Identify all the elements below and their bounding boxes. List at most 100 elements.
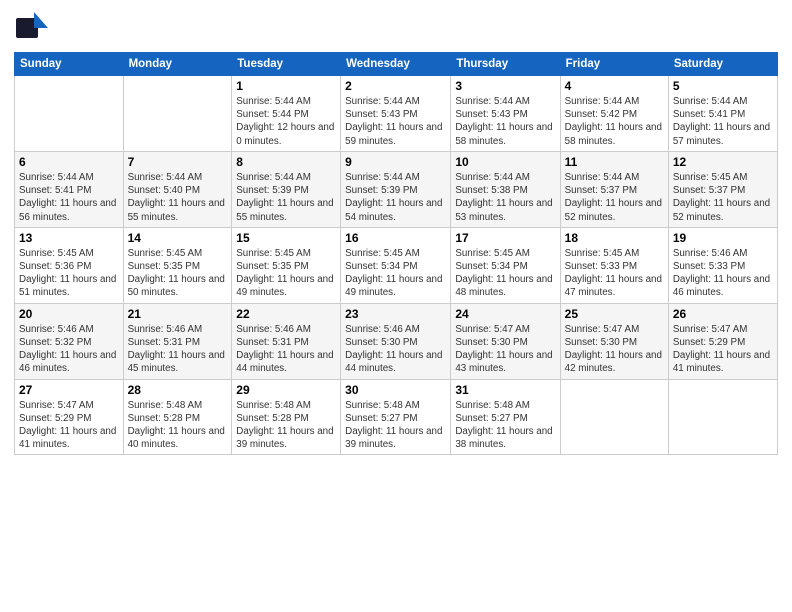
day-number: 15 — [236, 231, 336, 245]
week-row-5: 27 Sunrise: 5:47 AM Sunset: 5:29 PM Dayli… — [15, 379, 778, 455]
day-cell: 28 Sunrise: 5:48 AM Sunset: 5:28 PM Dayli… — [123, 379, 232, 455]
day-cell: 16 Sunrise: 5:45 AM Sunset: 5:34 PM Dayli… — [341, 227, 451, 303]
col-header-thursday: Thursday — [451, 53, 560, 76]
day-cell: 3 Sunrise: 5:44 AM Sunset: 5:43 PM Daylig… — [451, 76, 560, 152]
day-info: Sunrise: 5:45 AM Sunset: 5:34 PM Dayligh… — [455, 247, 555, 300]
day-number: 26 — [673, 307, 773, 321]
day-number: 2 — [345, 79, 446, 93]
day-cell: 7Sunrise: 5:44 AM Sunset: 5:40 PM Daylig… — [123, 151, 232, 227]
day-number: 3 — [455, 79, 555, 93]
day-number: 6 — [19, 155, 119, 169]
day-cell: 2Sunrise: 5:44 AM Sunset: 5:43 PM Daylig… — [341, 76, 451, 152]
day-number: 30 — [345, 383, 446, 397]
day-number: 14 — [128, 231, 228, 245]
day-info: Sunrise: 5:44 AM Sunset: 5:37 PM Dayligh… — [565, 171, 664, 224]
day-number: 27 — [19, 383, 119, 397]
day-info: Sunrise: 5:45 AM Sunset: 5:35 PM Dayligh… — [236, 247, 336, 300]
day-cell: 10Sunrise: 5:44 AM Sunset: 5:38 PM Dayli… — [451, 151, 560, 227]
day-number: 18 — [565, 231, 664, 245]
day-number: 21 — [128, 307, 228, 321]
day-number: 17 — [455, 231, 555, 245]
day-cell: 14 Sunrise: 5:45 AM Sunset: 5:35 PM Dayli… — [123, 227, 232, 303]
day-info: Sunrise: 5:48 AM Sunset: 5:28 PM Dayligh… — [236, 399, 336, 452]
day-cell — [560, 379, 668, 455]
day-cell: 25Sunrise: 5:47 AM Sunset: 5:30 PM Dayli… — [560, 303, 668, 379]
day-info: Sunrise: 5:44 AM Sunset: 5:43 PM Dayligh… — [455, 95, 555, 148]
day-info: Sunrise: 5:48 AM Sunset: 5:27 PM Dayligh… — [455, 399, 555, 452]
day-cell: 9 Sunrise: 5:44 AM Sunset: 5:39 PM Daylig… — [341, 151, 451, 227]
day-info: Sunrise: 5:48 AM Sunset: 5:27 PM Dayligh… — [345, 399, 446, 452]
day-info: Sunrise: 5:45 AM Sunset: 5:35 PM Dayligh… — [128, 247, 228, 300]
day-number: 13 — [19, 231, 119, 245]
day-cell: 23 Sunrise: 5:46 AM Sunset: 5:30 PM Dayli… — [341, 303, 451, 379]
day-cell: 12 Sunrise: 5:45 AM Sunset: 5:37 PM Dayli… — [668, 151, 777, 227]
week-row-2: 6 Sunrise: 5:44 AM Sunset: 5:41 PM Daylig… — [15, 151, 778, 227]
col-header-saturday: Saturday — [668, 53, 777, 76]
col-header-wednesday: Wednesday — [341, 53, 451, 76]
day-number: 5 — [673, 79, 773, 93]
day-info: Sunrise: 5:44 AM Sunset: 5:42 PM Dayligh… — [565, 95, 664, 148]
day-cell: 4 Sunrise: 5:44 AM Sunset: 5:42 PM Daylig… — [560, 76, 668, 152]
day-cell: 15 Sunrise: 5:45 AM Sunset: 5:35 PM Dayli… — [232, 227, 341, 303]
day-number: 29 — [236, 383, 336, 397]
day-cell: 17 Sunrise: 5:45 AM Sunset: 5:34 PM Dayli… — [451, 227, 560, 303]
day-number: 24 — [455, 307, 555, 321]
day-cell: 21 Sunrise: 5:46 AM Sunset: 5:31 PM Dayli… — [123, 303, 232, 379]
day-info: Sunrise: 5:44 AM Sunset: 5:41 PM Dayligh… — [19, 171, 119, 224]
week-row-4: 20 Sunrise: 5:46 AM Sunset: 5:32 PM Dayli… — [15, 303, 778, 379]
calendar-header-row: SundayMondayTuesdayWednesdayThursdayFrid… — [15, 53, 778, 76]
day-cell: 27 Sunrise: 5:47 AM Sunset: 5:29 PM Dayli… — [15, 379, 124, 455]
day-info: Sunrise: 5:46 AM Sunset: 5:30 PM Dayligh… — [345, 323, 446, 376]
day-cell: 22 Sunrise: 5:46 AM Sunset: 5:31 PM Dayli… — [232, 303, 341, 379]
day-info: Sunrise: 5:46 AM Sunset: 5:31 PM Dayligh… — [236, 323, 336, 376]
day-number: 12 — [673, 155, 773, 169]
day-info: Sunrise: 5:45 AM Sunset: 5:36 PM Dayligh… — [19, 247, 119, 300]
day-cell: 24 Sunrise: 5:47 AM Sunset: 5:30 PM Dayli… — [451, 303, 560, 379]
day-info: Sunrise: 5:47 AM Sunset: 5:29 PM Dayligh… — [19, 399, 119, 452]
day-cell: 8Sunrise: 5:44 AM Sunset: 5:39 PM Daylig… — [232, 151, 341, 227]
col-header-friday: Friday — [560, 53, 668, 76]
day-info: Sunrise: 5:46 AM Sunset: 5:31 PM Dayligh… — [128, 323, 228, 376]
day-info: Sunrise: 5:46 AM Sunset: 5:33 PM Dayligh… — [673, 247, 773, 300]
day-number: 28 — [128, 383, 228, 397]
day-info: Sunrise: 5:46 AM Sunset: 5:32 PM Dayligh… — [19, 323, 119, 376]
day-number: 23 — [345, 307, 446, 321]
day-number: 9 — [345, 155, 446, 169]
day-info: Sunrise: 5:44 AM Sunset: 5:38 PM Dayligh… — [455, 171, 555, 224]
day-cell: 30 Sunrise: 5:48 AM Sunset: 5:27 PM Dayli… — [341, 379, 451, 455]
day-number: 25 — [565, 307, 664, 321]
day-info: Sunrise: 5:45 AM Sunset: 5:33 PM Dayligh… — [565, 247, 664, 300]
day-cell: 6 Sunrise: 5:44 AM Sunset: 5:41 PM Daylig… — [15, 151, 124, 227]
day-number: 8 — [236, 155, 336, 169]
day-cell: 11Sunrise: 5:44 AM Sunset: 5:37 PM Dayli… — [560, 151, 668, 227]
day-info: Sunrise: 5:45 AM Sunset: 5:37 PM Dayligh… — [673, 171, 773, 224]
calendar-table: SundayMondayTuesdayWednesdayThursdayFrid… — [14, 52, 778, 455]
day-info: Sunrise: 5:44 AM Sunset: 5:39 PM Dayligh… — [345, 171, 446, 224]
day-number: 16 — [345, 231, 446, 245]
day-cell: 5Sunrise: 5:44 AM Sunset: 5:41 PM Daylig… — [668, 76, 777, 152]
col-header-tuesday: Tuesday — [232, 53, 341, 76]
col-header-sunday: Sunday — [15, 53, 124, 76]
day-number: 4 — [565, 79, 664, 93]
day-cell: 1 Sunrise: 5:44 AM Sunset: 5:44 PM Daylig… — [232, 76, 341, 152]
day-info: Sunrise: 5:44 AM Sunset: 5:44 PM Dayligh… — [236, 95, 336, 148]
day-number: 31 — [455, 383, 555, 397]
day-cell: 29 Sunrise: 5:48 AM Sunset: 5:28 PM Dayli… — [232, 379, 341, 455]
day-cell: 31 Sunrise: 5:48 AM Sunset: 5:27 PM Dayli… — [451, 379, 560, 455]
header — [14, 10, 778, 46]
calendar-container: SundayMondayTuesdayWednesdayThursdayFrid… — [0, 0, 792, 612]
day-cell — [123, 76, 232, 152]
day-number: 1 — [236, 79, 336, 93]
day-cell — [15, 76, 124, 152]
day-number: 7 — [128, 155, 228, 169]
day-info: Sunrise: 5:48 AM Sunset: 5:28 PM Dayligh… — [128, 399, 228, 452]
day-number: 22 — [236, 307, 336, 321]
day-cell: 13 Sunrise: 5:45 AM Sunset: 5:36 PM Dayli… — [15, 227, 124, 303]
day-cell: 20 Sunrise: 5:46 AM Sunset: 5:32 PM Dayli… — [15, 303, 124, 379]
week-row-1: 1 Sunrise: 5:44 AM Sunset: 5:44 PM Daylig… — [15, 76, 778, 152]
day-info: Sunrise: 5:47 AM Sunset: 5:30 PM Dayligh… — [455, 323, 555, 376]
day-cell: 26Sunrise: 5:47 AM Sunset: 5:29 PM Dayli… — [668, 303, 777, 379]
logo — [14, 10, 56, 46]
day-number: 20 — [19, 307, 119, 321]
day-info: Sunrise: 5:45 AM Sunset: 5:34 PM Dayligh… — [345, 247, 446, 300]
